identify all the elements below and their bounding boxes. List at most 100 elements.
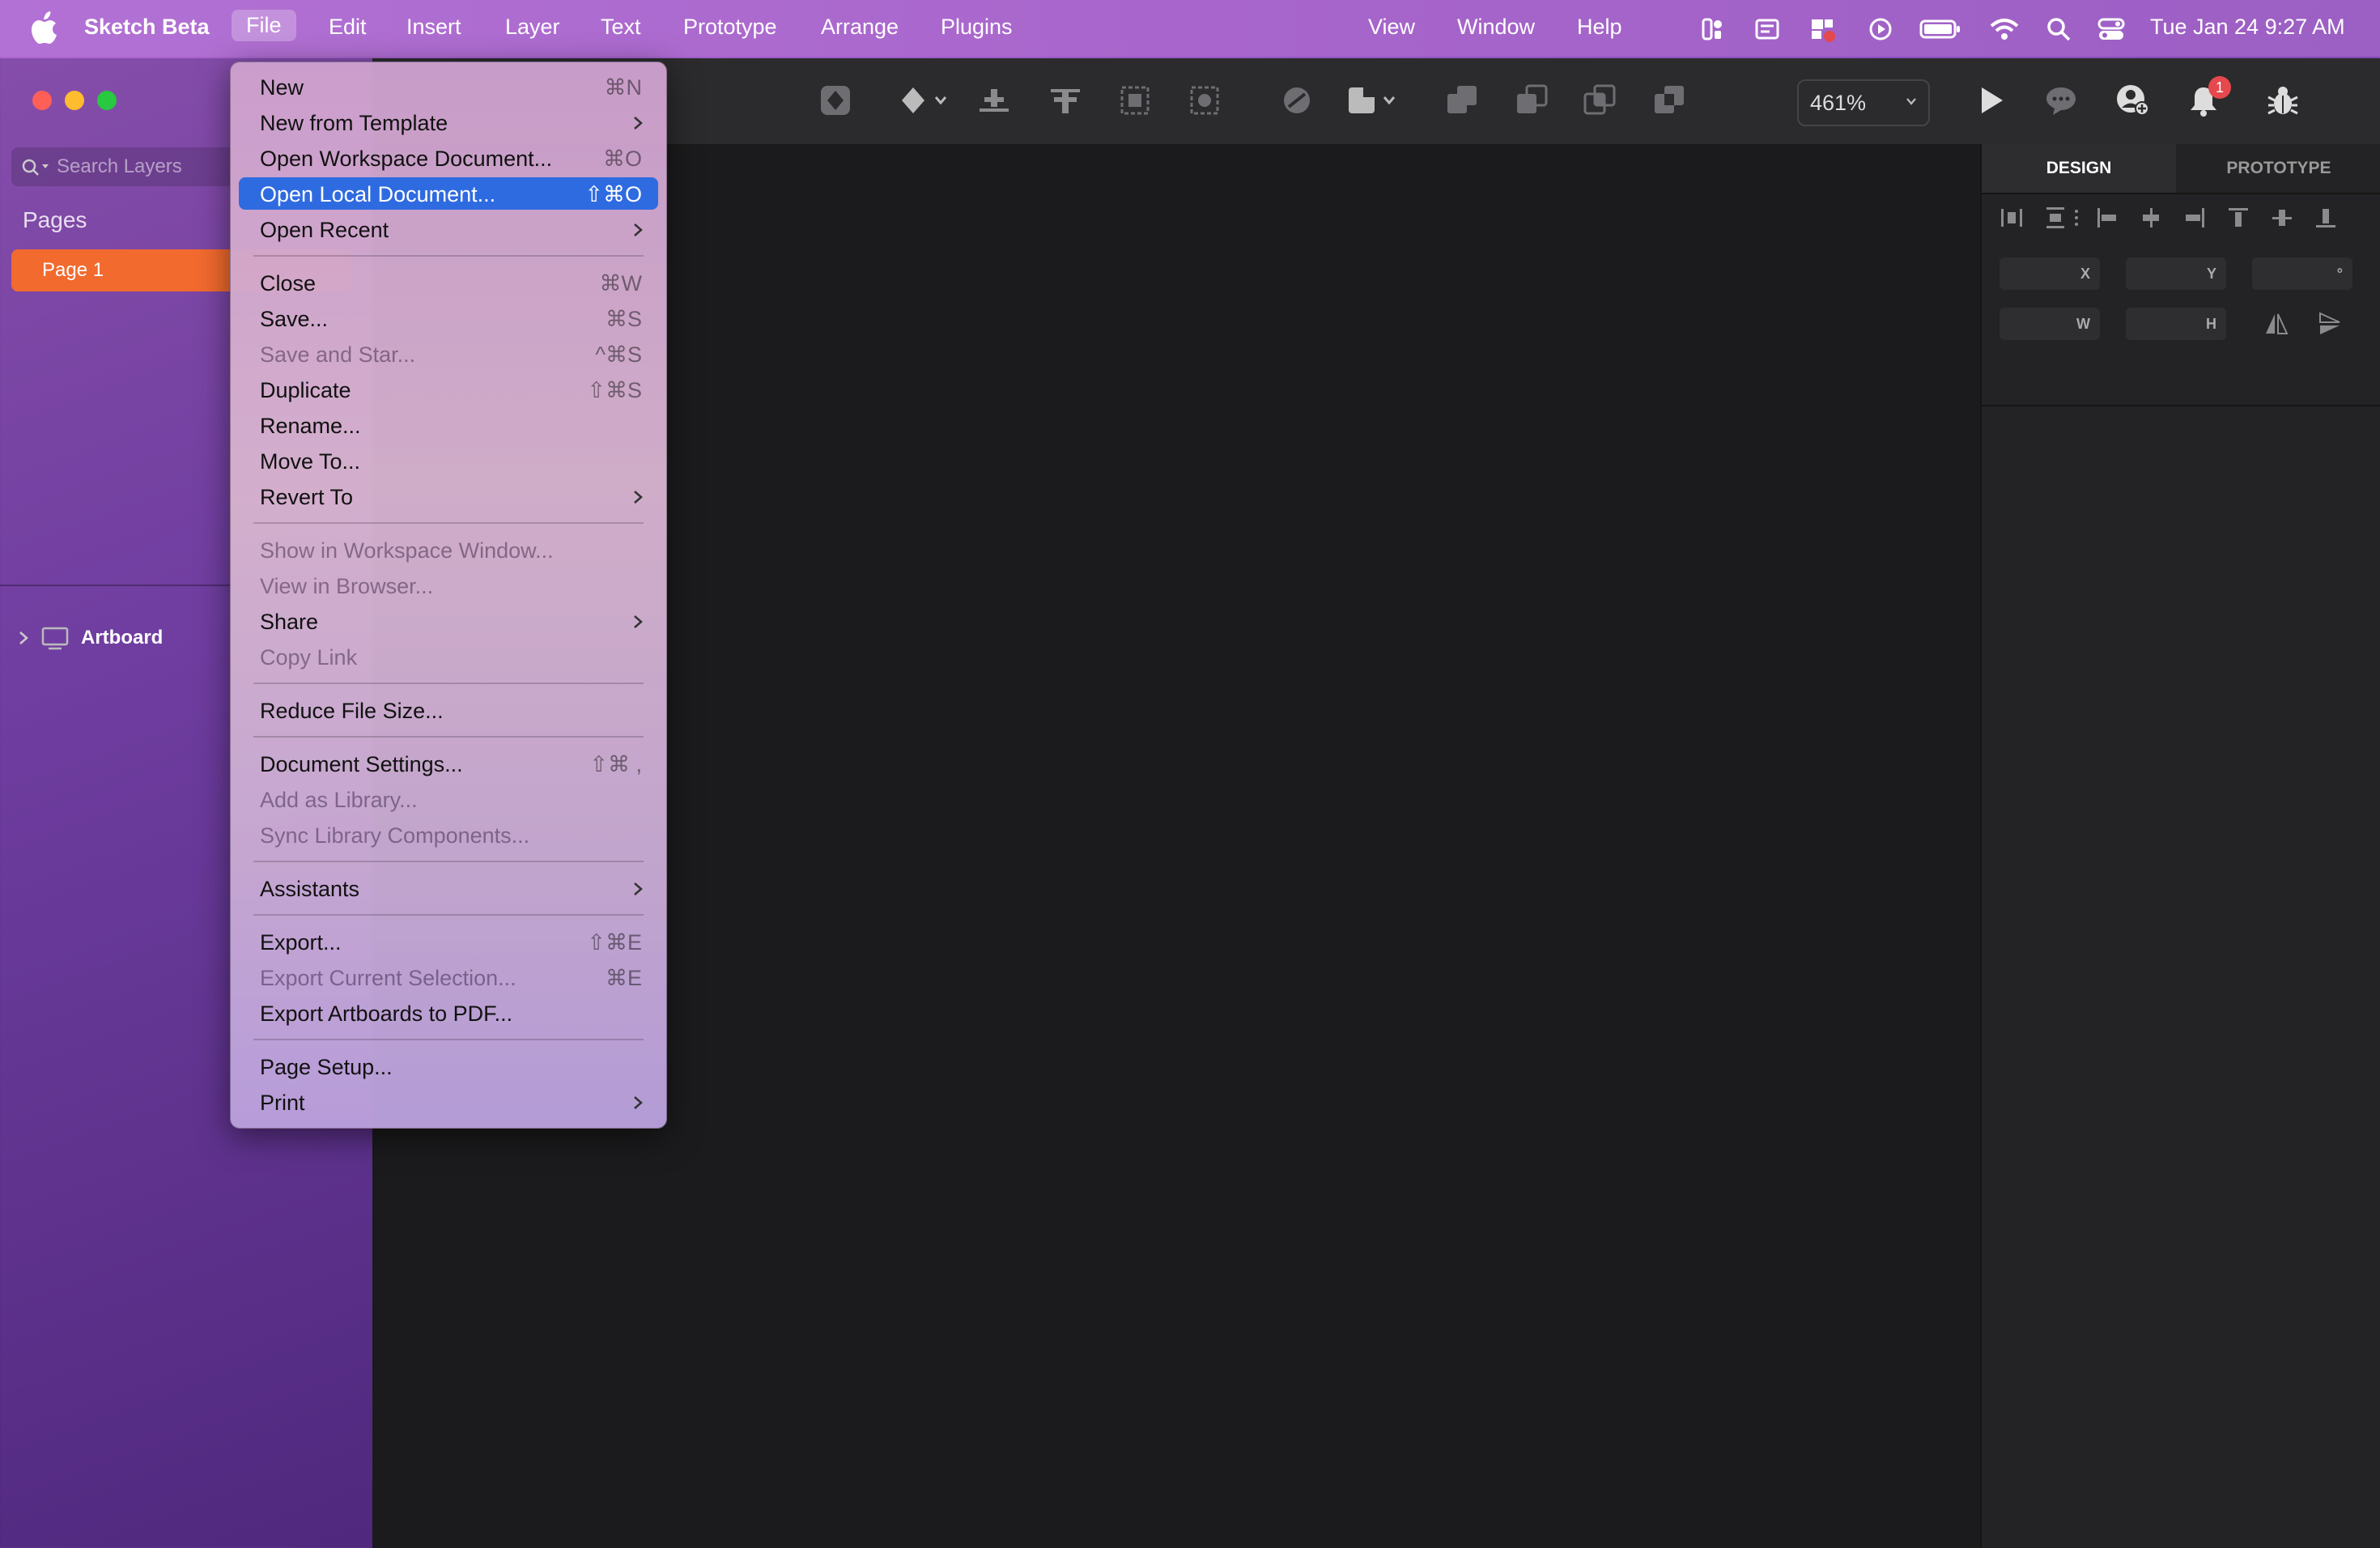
flatten-icon[interactable]: [1345, 83, 1402, 118]
w-field-label: W: [2076, 316, 2090, 332]
apple-logo-icon[interactable]: [29, 11, 58, 45]
menu-item-shortcut: ⇧⌘O: [584, 182, 642, 206]
list-icon[interactable]: [1753, 15, 1781, 44]
menu-file[interactable]: File: [232, 10, 296, 41]
menu-item-export[interactable]: Export... ⇧⌘E: [239, 925, 658, 958]
play-prototype-icon[interactable]: [1972, 83, 2008, 118]
menu-item-open-local-document[interactable]: Open Local Document... ⇧⌘O: [239, 177, 658, 210]
menu-plugins[interactable]: Plugins: [941, 15, 1013, 40]
rotation-field[interactable]: °: [2252, 257, 2352, 290]
more-options-icon[interactable]: [2071, 206, 2082, 230]
menu-item-revert-to[interactable]: Revert To: [239, 480, 658, 512]
play-circle-icon[interactable]: [1867, 15, 1894, 44]
menu-bar: Sketch Beta File Edit Insert Layer Text …: [0, 0, 2380, 57]
notification-badge[interactable]: 1: [2208, 76, 2231, 99]
align-left-icon[interactable]: [2095, 206, 2119, 230]
menu-item-label: Sync Library Components...: [260, 823, 530, 848]
menu-layer[interactable]: Layer: [505, 15, 560, 40]
battery-icon[interactable]: [1919, 15, 1962, 44]
maximize-window-button[interactable]: [97, 91, 117, 110]
menu-item-document-settings[interactable]: Document Settings... ⇧⌘ ,: [239, 747, 658, 780]
align-middle-icon[interactable]: [1048, 83, 1083, 118]
menu-help[interactable]: Help: [1577, 15, 1622, 40]
menu-item-shortcut: ⇧⌘S: [587, 378, 642, 402]
menu-window[interactable]: Window: [1457, 15, 1535, 40]
menu-item-open-workspace-document[interactable]: Open Workspace Document... ⌘O: [239, 142, 658, 174]
menu-item-save-and-star: Save and Star... ^⌘S: [239, 338, 658, 370]
align-top-icon[interactable]: [2226, 206, 2250, 230]
menu-text[interactable]: Text: [601, 15, 641, 40]
menu-view[interactable]: View: [1368, 15, 1415, 40]
share-user-icon[interactable]: [2114, 83, 2150, 118]
menu-item-move-to[interactable]: Move To...: [239, 444, 658, 477]
menu-item-label: Save...: [260, 307, 329, 331]
flip-horizontal-icon[interactable]: [2263, 311, 2289, 337]
difference-icon[interactable]: [1651, 83, 1687, 118]
menu-item-reduce-file-size[interactable]: Reduce File Size...: [239, 694, 658, 726]
menu-item-save[interactable]: Save... ⌘S: [239, 302, 658, 334]
y-position-field[interactable]: Y: [2126, 257, 2226, 290]
close-window-button[interactable]: [32, 91, 52, 110]
align-right-icon[interactable]: [2182, 206, 2207, 230]
app-name[interactable]: Sketch Beta: [84, 15, 210, 40]
menu-item-print[interactable]: Print: [239, 1086, 658, 1118]
search-layers-input[interactable]: Search Layers: [11, 147, 254, 186]
union-icon[interactable]: [1444, 83, 1480, 118]
screen-record-icon[interactable]: [1808, 15, 1838, 44]
insert-component-icon[interactable]: [899, 83, 955, 118]
menu-item-label: Share: [260, 610, 319, 634]
bug-report-icon[interactable]: [2265, 83, 2301, 118]
minimize-window-button[interactable]: [65, 91, 84, 110]
menu-item-rename[interactable]: Rename...: [239, 409, 658, 441]
menu-item-new[interactable]: New ⌘N: [239, 70, 658, 103]
wifi-icon[interactable]: [1988, 15, 2021, 44]
menu-item-new-from-template[interactable]: New from Template: [239, 106, 658, 138]
scale-icon[interactable]: [1117, 83, 1153, 118]
chevron-right-icon: [634, 117, 643, 130]
menu-item-view-in-browser: View in Browser...: [239, 569, 658, 602]
inspector-tabs: DESIGN PROTOTYPE: [1982, 144, 2380, 194]
distribute-vertical-icon[interactable]: [2043, 206, 2068, 230]
control-center-app-icon[interactable]: [1700, 15, 1726, 44]
chevron-right-icon[interactable]: [18, 630, 29, 646]
search-layers-placeholder: Search Layers: [57, 155, 182, 177]
comment-icon[interactable]: [2043, 83, 2079, 118]
spotlight-search-icon[interactable]: [2045, 15, 2072, 44]
tab-prototype[interactable]: PROTOTYPE: [2176, 144, 2380, 193]
mask-icon[interactable]: [1187, 83, 1222, 118]
menu-prototype[interactable]: Prototype: [683, 15, 777, 40]
intersect-icon[interactable]: [1582, 83, 1617, 118]
align-middle-vertical-icon[interactable]: [2270, 206, 2294, 230]
menu-item-label: New: [260, 75, 304, 100]
create-symbol-icon[interactable]: [818, 83, 853, 118]
align-center-horizontal-icon[interactable]: [2139, 206, 2163, 230]
menu-item-share[interactable]: Share: [239, 605, 658, 637]
menu-item-open-recent[interactable]: Open Recent: [239, 213, 658, 245]
menu-separator: [253, 914, 644, 916]
menubar-clock[interactable]: Tue Jan 24 9:27 AM: [2150, 15, 2345, 40]
menu-item-assistants[interactable]: Assistants: [239, 872, 658, 904]
subtract-icon[interactable]: [1514, 83, 1549, 118]
zoom-select[interactable]: 461%: [1797, 79, 1930, 126]
menu-item-page-setup[interactable]: Page Setup...: [239, 1050, 658, 1082]
distribute-icon[interactable]: [976, 83, 1012, 118]
rotate-copies-icon[interactable]: [1279, 83, 1315, 118]
height-field[interactable]: H: [2126, 308, 2226, 340]
flip-vertical-icon[interactable]: [2317, 311, 2343, 337]
control-center-icon[interactable]: [2097, 15, 2126, 44]
menu-item-shortcut: ⇧⌘ ,: [589, 752, 642, 776]
tab-design[interactable]: DESIGN: [1982, 144, 2176, 193]
menu-item-label: Add as Library...: [260, 788, 418, 812]
menu-edit[interactable]: Edit: [329, 15, 367, 40]
menu-arrange[interactable]: Arrange: [821, 15, 899, 40]
x-position-field[interactable]: X: [2000, 257, 2100, 290]
width-field[interactable]: W: [2000, 308, 2100, 340]
menu-insert[interactable]: Insert: [406, 15, 461, 40]
y-field-label: Y: [2206, 266, 2216, 282]
menu-item-close[interactable]: Close ⌘W: [239, 266, 658, 299]
align-bottom-icon[interactable]: [2314, 206, 2338, 230]
menu-item-shortcut: ⇧⌘E: [587, 930, 642, 955]
menu-item-duplicate[interactable]: Duplicate ⇧⌘S: [239, 373, 658, 406]
distribute-horizontal-icon[interactable]: [2000, 206, 2024, 230]
menu-item-export-artboards-to-pdf[interactable]: Export Artboards to PDF...: [239, 997, 658, 1029]
